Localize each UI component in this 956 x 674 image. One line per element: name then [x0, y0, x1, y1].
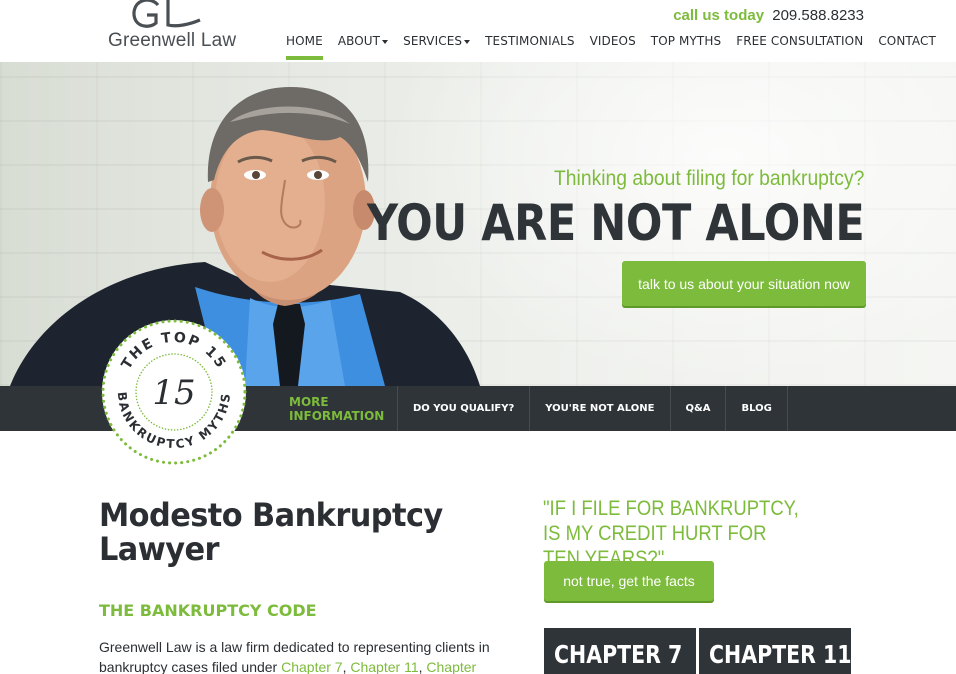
nav-top-myths[interactable]: TOP MYTHS: [651, 34, 721, 60]
nav-free-consultation[interactable]: FREE CONSULTATION: [736, 34, 863, 60]
get-the-facts-button[interactable]: not true, get the facts: [544, 561, 714, 601]
info-link-do-you-qualify[interactable]: DO YOU QUALIFY?: [397, 386, 529, 431]
nav-videos[interactable]: VIDEOS: [590, 34, 636, 60]
caret-down-icon: [382, 39, 389, 44]
nav-videos-label: VIDEOS: [589, 34, 636, 48]
hero-title: YOU ARE NOT ALONE: [366, 194, 865, 252]
nav-testimonials[interactable]: TESTIMONIALS: [485, 34, 574, 60]
info-link-blog[interactable]: BLOG: [725, 386, 788, 431]
nav-testimonials-label: TESTIMONIALS: [485, 34, 575, 48]
nav-about-label: ABOUT: [337, 34, 381, 48]
chapter-11-label: CHAPTER 11: [709, 640, 851, 669]
top-15-myths-badge[interactable]: THE TOP 15 BANKRUPTCY MYTHS 15: [100, 318, 248, 466]
nav-services[interactable]: SERVICES: [403, 34, 471, 60]
info-label-line-2: INFORMATION: [289, 409, 385, 423]
info-link-not-alone[interactable]: YOU'RE NOT ALONE: [529, 386, 669, 431]
nav-home-label: HOME: [286, 34, 323, 48]
page-title: Modesto Bankruptcy Lawyer: [99, 496, 443, 568]
chapter-11-tile[interactable]: CHAPTER 11: [699, 628, 851, 674]
nav-contact-label: CONTACT: [878, 34, 936, 48]
hero-cta-button[interactable]: talk to us about your situation now: [622, 261, 866, 306]
nav-contact[interactable]: CONTACT: [878, 34, 936, 60]
myth-quote: "IF I FILE FOR BANKRUPTCY, IS MY CREDIT …: [543, 497, 799, 570]
chapter-7-tile[interactable]: CHAPTER 7: [544, 628, 696, 674]
caret-down-icon: [464, 39, 471, 44]
hero-subtitle: Thinking about filing for bankruptcy?: [553, 167, 864, 190]
link-chapter-7[interactable]: Chapter 7: [281, 659, 342, 674]
nav-services-label: SERVICES: [403, 34, 463, 48]
badge-number: 15: [152, 373, 195, 413]
info-label-line-1: MORE: [289, 395, 329, 409]
call-label: call us today: [673, 7, 765, 24]
more-information-label: MORE INFORMATION: [289, 395, 384, 423]
nav-top-myths-label: TOP MYTHS: [650, 34, 722, 48]
link-chapter-11[interactable]: Chapter 11: [350, 659, 418, 674]
logo-text: Greenwell Law: [108, 30, 237, 51]
info-links: DO YOU QUALIFY? YOU'RE NOT ALONE Q&A BLO…: [397, 386, 788, 431]
nav-home[interactable]: HOME: [286, 34, 323, 60]
site-header: Greenwell Law call us today 209.588.8233…: [0, 0, 956, 62]
nav-about[interactable]: ABOUT: [337, 34, 389, 60]
main-nav: HOME ABOUT SERVICES TESTIMONIALS VIDEOS …: [286, 34, 951, 60]
gl-monogram-icon: [132, 0, 201, 28]
info-link-qa[interactable]: Q&A: [669, 386, 726, 431]
call-us: call us today 209.588.8233: [673, 7, 864, 24]
section-heading: THE BANKRUPTCY CODE: [99, 601, 317, 620]
phone-number[interactable]: 209.588.8233: [772, 7, 864, 24]
chapter-tiles: CHAPTER 7 CHAPTER 11: [544, 628, 854, 674]
chapter-7-label: CHAPTER 7: [554, 640, 683, 669]
intro-paragraph: Greenwell Law is a law firm dedicated to…: [99, 637, 494, 674]
nav-free-consultation-label: FREE CONSULTATION: [736, 34, 864, 48]
logo[interactable]: Greenwell Law: [106, 0, 236, 54]
